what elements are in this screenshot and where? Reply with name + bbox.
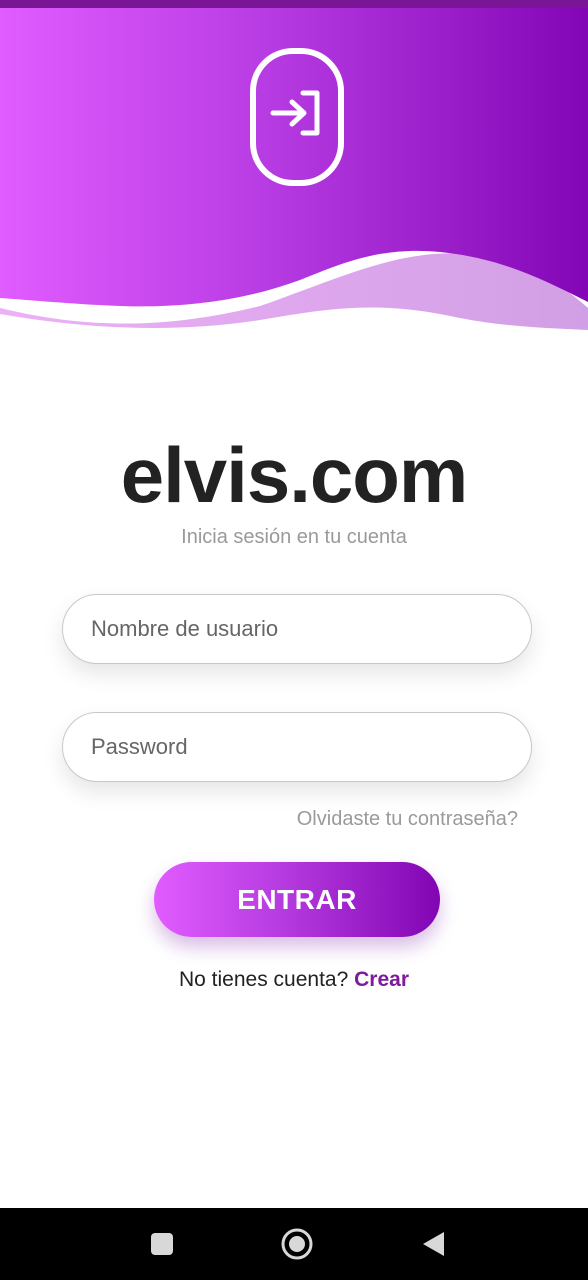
login-screen: elvis.com Inicia sesión en tu cuenta Olv… xyxy=(0,0,588,1280)
username-field[interactable] xyxy=(62,594,532,664)
password-input[interactable] xyxy=(91,713,501,781)
password-field[interactable] xyxy=(62,712,532,782)
brand-title: elvis.com xyxy=(120,431,469,519)
triangle-back-icon[interactable] xyxy=(416,1226,452,1262)
navigation-bar xyxy=(0,1208,588,1280)
login-icon xyxy=(250,48,344,186)
signup-prompt: No tienes cuenta? xyxy=(178,968,349,991)
square-recents-icon[interactable] xyxy=(144,1226,180,1262)
enter-button[interactable]: ENTRAR xyxy=(154,862,440,937)
forgot-password-link[interactable]: Olvidaste tu contraseña? xyxy=(297,806,518,832)
circle-home-icon[interactable] xyxy=(279,1226,315,1262)
status-bar xyxy=(0,0,588,8)
brand-subtitle: Inicia sesión en tu cuenta xyxy=(181,526,407,548)
username-input[interactable] xyxy=(91,595,501,663)
signup-row: No tienes cuenta? Crear xyxy=(0,966,588,994)
signup-link[interactable]: Crear xyxy=(354,968,409,991)
